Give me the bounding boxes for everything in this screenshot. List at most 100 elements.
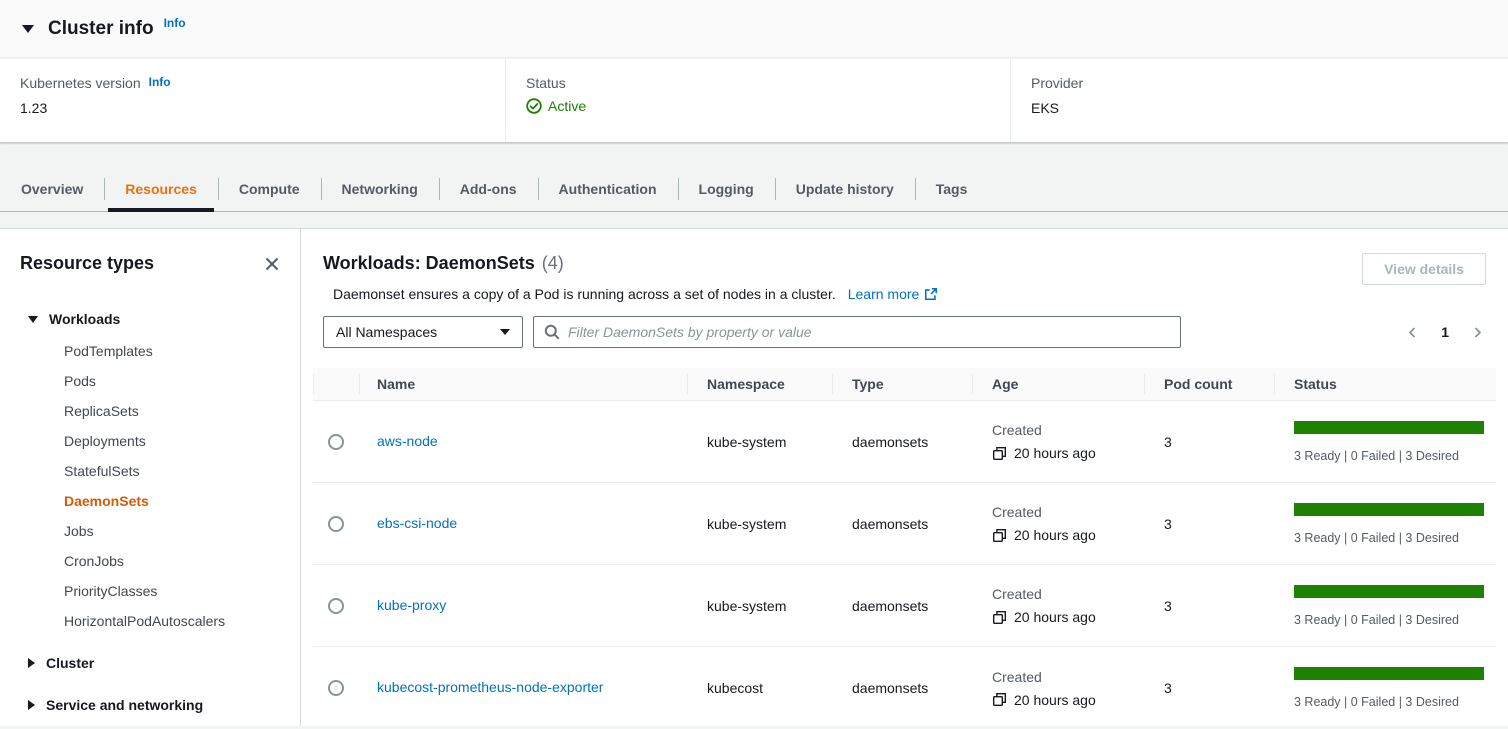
previous-page-icon[interactable] — [1406, 326, 1419, 339]
sidebar-item-deployments[interactable]: Deployments — [20, 426, 280, 456]
provider-value: EKS — [1031, 100, 1508, 116]
cell-type: daemonsets — [832, 598, 972, 614]
resource-types-sidebar: Resource types Workloads PodTemplates Po… — [0, 229, 301, 726]
cluster-info-link[interactable]: Info — [164, 16, 186, 30]
column-header-pod-count: Pod count — [1144, 368, 1274, 400]
triangle-right-icon — [28, 658, 35, 668]
resource-tree: Workloads PodTemplates Pods ReplicaSets … — [20, 304, 280, 720]
status-bar — [1294, 667, 1484, 680]
row-radio-button[interactable] — [328, 598, 344, 614]
page-title: Cluster info — [48, 18, 154, 40]
sidebar-item-horizontalpodautoscalers[interactable]: HorizontalPodAutoscalers — [20, 606, 280, 636]
row-radio-button[interactable] — [328, 434, 344, 450]
copy-icon[interactable] — [992, 528, 1007, 543]
column-header-age: Age — [972, 368, 1144, 400]
learn-more-label: Learn more — [848, 286, 920, 302]
kubernetes-version-info-link[interactable]: Info — [149, 75, 171, 89]
cell-age-label: Created — [992, 586, 1144, 602]
daemonset-name-link[interactable]: aws-node — [377, 433, 438, 449]
close-icon[interactable] — [264, 256, 280, 272]
cell-type: daemonsets — [832, 680, 972, 696]
sidebar-item-statefulsets[interactable]: StatefulSets — [20, 456, 280, 486]
column-header-status: Status — [1274, 368, 1496, 400]
cell-type: daemonsets — [832, 434, 972, 450]
collapse-triangle-icon[interactable] — [22, 25, 34, 33]
tab-resources[interactable]: Resources — [104, 166, 218, 211]
tree-group-cluster-label: Cluster — [46, 655, 94, 671]
learn-more-link[interactable]: Learn more — [848, 286, 939, 302]
panel-description: Daemonset ensures a copy of a Pod is run… — [333, 286, 836, 302]
search-box — [533, 316, 1181, 348]
tree-group-workloads-label: Workloads — [49, 311, 120, 327]
cell-namespace: kube-system — [687, 516, 832, 532]
cluster-info-header: Cluster info Info — [0, 0, 1508, 58]
search-input[interactable] — [568, 324, 1170, 340]
table-row: kube-proxy kube-system daemonsets Create… — [313, 565, 1496, 647]
copy-icon[interactable] — [992, 446, 1007, 461]
cell-pod-count: 3 — [1144, 434, 1274, 450]
search-icon — [544, 324, 560, 340]
cell-pod-count: 3 — [1144, 598, 1274, 614]
sidebar-item-cronjobs[interactable]: CronJobs — [20, 546, 280, 576]
row-radio-button[interactable] — [328, 680, 344, 696]
view-details-button[interactable]: View details — [1362, 253, 1486, 285]
namespace-select-value: All Namespaces — [336, 324, 437, 340]
daemonset-name-link[interactable]: ebs-csi-node — [377, 515, 457, 531]
kubernetes-version-value: 1.23 — [20, 100, 505, 116]
cluster-summary-card: Kubernetes version Info 1.23 Status Acti… — [0, 59, 1508, 143]
panel-count: (4) — [542, 253, 564, 274]
column-header-name: Name — [359, 368, 687, 400]
namespace-select[interactable]: All Namespaces — [323, 316, 523, 348]
kubernetes-version-label: Kubernetes version — [20, 75, 141, 91]
status-text: 3 Ready | 0 Failed | 3 Desired — [1294, 531, 1484, 545]
status-text: 3 Ready | 0 Failed | 3 Desired — [1294, 613, 1484, 627]
external-link-icon — [924, 287, 938, 301]
sidebar-item-podtemplates[interactable]: PodTemplates — [20, 336, 280, 366]
tree-group-cluster[interactable]: Cluster — [20, 648, 280, 678]
cell-age-label: Created — [992, 669, 1144, 685]
tree-group-service-networking[interactable]: Service and networking — [20, 690, 280, 720]
status-bar — [1294, 503, 1484, 516]
cell-pod-count: 3 — [1144, 516, 1274, 532]
cell-pod-count: 3 — [1144, 680, 1274, 696]
table-row: aws-node kube-system daemonsets Created … — [313, 401, 1496, 483]
cell-type: daemonsets — [832, 516, 972, 532]
triangle-right-icon — [28, 700, 35, 710]
tab-compute[interactable]: Compute — [218, 166, 321, 211]
table-row: kubecost-prometheus-node-exporter kubeco… — [313, 647, 1496, 729]
sidebar-item-replicasets[interactable]: ReplicaSets — [20, 396, 280, 426]
sidebar-item-daemonsets[interactable]: DaemonSets — [20, 486, 280, 516]
table-row: ebs-csi-node kube-system daemonsets Crea… — [313, 483, 1496, 565]
tab-tags[interactable]: Tags — [915, 166, 989, 211]
next-page-icon[interactable] — [1471, 326, 1484, 339]
cell-age-label: Created — [992, 504, 1144, 520]
provider-field: Provider EKS — [1010, 59, 1508, 142]
panel-title: Workloads: DaemonSets — [323, 253, 535, 274]
sidebar-item-jobs[interactable]: Jobs — [20, 516, 280, 546]
tab-add-ons[interactable]: Add-ons — [439, 166, 538, 211]
tab-overview[interactable]: Overview — [0, 166, 104, 211]
cell-age-value: 20 hours ago — [1014, 609, 1096, 625]
sidebar-item-pods[interactable]: Pods — [20, 366, 280, 396]
copy-icon[interactable] — [992, 692, 1007, 707]
tab-logging[interactable]: Logging — [678, 166, 775, 211]
copy-icon[interactable] — [992, 610, 1007, 625]
daemonset-name-link[interactable]: kube-proxy — [377, 597, 446, 613]
provider-label: Provider — [1031, 75, 1083, 91]
daemonset-name-link[interactable]: kubecost-prometheus-node-exporter — [377, 679, 603, 695]
sidebar-item-priorityclasses[interactable]: PriorityClasses — [20, 576, 280, 606]
cell-age-value: 20 hours ago — [1014, 445, 1096, 461]
tab-networking[interactable]: Networking — [321, 166, 439, 211]
page-number[interactable]: 1 — [1441, 324, 1449, 340]
cell-namespace: kubecost — [687, 680, 832, 696]
chevron-down-icon — [500, 329, 510, 335]
row-radio-button[interactable] — [328, 516, 344, 532]
tree-group-workloads[interactable]: Workloads — [20, 304, 280, 334]
status-bar — [1294, 421, 1484, 434]
sidebar-title: Resource types — [20, 253, 154, 274]
tab-authentication[interactable]: Authentication — [538, 166, 678, 211]
filter-row: All Namespaces 1 — [313, 316, 1496, 348]
status-text: 3 Ready | 0 Failed | 3 Desired — [1294, 449, 1484, 463]
status-value: Active — [548, 98, 586, 114]
tab-update-history[interactable]: Update history — [775, 166, 915, 211]
